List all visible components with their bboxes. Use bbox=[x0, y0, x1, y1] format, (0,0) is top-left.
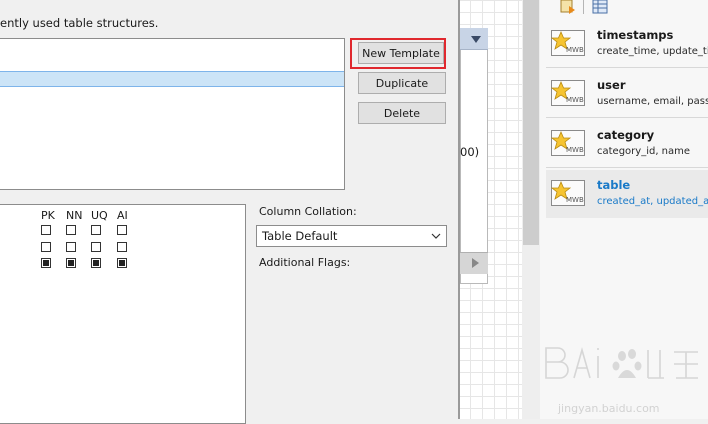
column-collation-select[interactable]: Table Default bbox=[256, 225, 447, 247]
template-columns: category_id, name bbox=[597, 146, 691, 157]
template-name: category bbox=[597, 128, 655, 142]
flag-header-nn: NN bbox=[66, 209, 83, 222]
side-panel-text-fragment: 00) bbox=[460, 145, 480, 159]
flag-checkbox-uq[interactable] bbox=[91, 258, 101, 268]
template-columns: created_at, updated_at bbox=[597, 196, 708, 207]
template-name: user bbox=[597, 78, 626, 92]
new-template-button[interactable]: New Template bbox=[358, 42, 444, 64]
mwb-star-icon: MWB bbox=[551, 130, 585, 156]
svg-text:jingyan.baidu.com: jingyan.baidu.com bbox=[557, 402, 660, 415]
flag-checkbox-pk[interactable] bbox=[41, 258, 51, 268]
mwb-badge: MWB bbox=[566, 196, 584, 204]
template-divider bbox=[546, 167, 708, 168]
flag-header-uq: UQ bbox=[91, 209, 108, 222]
mwb-badge: MWB bbox=[566, 46, 584, 54]
column-collation-label: Column Collation: bbox=[259, 205, 357, 218]
template-list[interactable] bbox=[0, 38, 345, 190]
baidu-watermark: jingyan.baidu.com bbox=[545, 347, 698, 415]
mwb-badge: MWB bbox=[566, 146, 584, 154]
flag-checkbox-nn[interactable] bbox=[66, 258, 76, 268]
flag-checkbox-uq[interactable] bbox=[91, 225, 101, 235]
duplicate-button[interactable]: Duplicate bbox=[358, 72, 446, 94]
template-list-selected-row[interactable] bbox=[0, 71, 344, 87]
add-template-icon[interactable] bbox=[560, 0, 576, 14]
column-collation-value: Table Default bbox=[262, 229, 338, 243]
flag-checkbox-ai[interactable] bbox=[117, 258, 127, 268]
template-columns: create_time, update_tim bbox=[597, 46, 708, 57]
template-divider bbox=[546, 117, 708, 118]
table-icon[interactable] bbox=[592, 0, 608, 14]
flag-checkbox-nn[interactable] bbox=[66, 242, 76, 252]
mwb-badge: MWB bbox=[566, 96, 584, 104]
template-item[interactable]: MWB category category_id, name bbox=[546, 120, 708, 168]
additional-flags-label: Additional Flags: bbox=[259, 256, 351, 269]
delete-button[interactable]: Delete bbox=[358, 102, 446, 124]
template-item[interactable]: MWB user username, email, passw bbox=[546, 70, 708, 118]
chevron-down-icon bbox=[431, 233, 441, 239]
mwb-star-icon: MWB bbox=[551, 80, 585, 106]
flag-header-ai: AI bbox=[117, 209, 128, 222]
flag-checkbox-nn[interactable] bbox=[66, 225, 76, 235]
scrollbar-thumb[interactable] bbox=[523, 0, 539, 245]
template-name: timestamps bbox=[597, 28, 674, 42]
template-name: table bbox=[597, 178, 631, 192]
template-item[interactable]: MWB table created_at, updated_at bbox=[546, 170, 708, 218]
flag-header-pk: PK bbox=[41, 209, 55, 222]
flag-checkbox-ai[interactable] bbox=[117, 225, 127, 235]
triangle-right-icon[interactable] bbox=[469, 257, 481, 269]
columns-panel[interactable] bbox=[0, 204, 246, 424]
template-columns: username, email, passw bbox=[597, 96, 708, 107]
dialog-description: ently used table structures. bbox=[0, 16, 159, 30]
triangle-down-icon[interactable] bbox=[470, 33, 482, 45]
toolbar-separator bbox=[583, 0, 584, 14]
mwb-star-icon: MWB bbox=[551, 30, 585, 56]
template-divider bbox=[546, 67, 708, 68]
flag-checkbox-uq[interactable] bbox=[91, 242, 101, 252]
mwb-star-icon: MWB bbox=[551, 180, 585, 206]
template-item[interactable]: MWB timestamps create_time, update_tim bbox=[546, 20, 708, 68]
flag-checkbox-pk[interactable] bbox=[41, 242, 51, 252]
flag-checkbox-pk[interactable] bbox=[41, 225, 51, 235]
flag-checkbox-ai[interactable] bbox=[117, 242, 127, 252]
